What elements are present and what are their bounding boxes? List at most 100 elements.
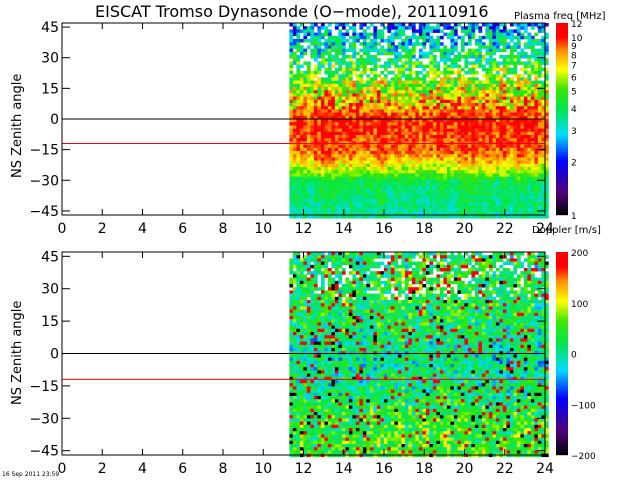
heatmap-cell bbox=[369, 192, 374, 197]
heatmap-cell bbox=[331, 109, 336, 113]
heatmap-cell bbox=[460, 87, 465, 91]
heatmap-cell bbox=[289, 179, 294, 184]
heatmap-cell bbox=[495, 90, 500, 94]
heatmap-cell bbox=[327, 35, 332, 40]
heatmap-cell bbox=[348, 26, 353, 30]
heatmap-cell bbox=[422, 144, 427, 149]
heatmap-cell bbox=[380, 93, 385, 97]
heatmap-cell bbox=[327, 167, 332, 171]
heatmap-cell bbox=[513, 125, 518, 129]
heatmap-cell bbox=[352, 61, 357, 65]
heatmap-cell bbox=[366, 202, 371, 206]
heatmap-cell bbox=[310, 199, 315, 203]
heatmap-cell bbox=[317, 402, 322, 406]
heatmap-cell bbox=[369, 170, 374, 174]
heatmap-cell bbox=[390, 144, 395, 149]
heatmap-cell bbox=[401, 186, 406, 190]
heatmap-cell bbox=[289, 421, 294, 426]
heatmap-cell bbox=[380, 151, 385, 155]
heatmap-cell bbox=[390, 106, 395, 110]
heatmap-cell bbox=[306, 424, 311, 429]
heatmap-cell bbox=[306, 396, 311, 400]
heatmap-cell bbox=[415, 83, 420, 88]
heatmap-cell bbox=[471, 160, 476, 165]
heatmap-cell bbox=[317, 109, 322, 113]
heatmap-cell bbox=[464, 103, 469, 107]
heatmap-cell bbox=[352, 157, 357, 161]
heatmap-cell bbox=[341, 202, 346, 206]
heatmap-cell bbox=[313, 399, 318, 403]
heatmap-cell bbox=[331, 192, 336, 197]
heatmap-cell bbox=[362, 48, 367, 53]
heatmap-cell bbox=[467, 131, 472, 136]
heatmap-cell bbox=[478, 109, 483, 113]
heatmap-cell bbox=[502, 45, 507, 49]
heatmap-cell bbox=[303, 144, 308, 149]
heatmap-cell bbox=[530, 173, 535, 177]
heatmap-cell bbox=[289, 32, 294, 37]
heatmap-cell bbox=[516, 35, 521, 40]
heatmap-cell bbox=[299, 112, 304, 117]
heatmap-cell bbox=[289, 160, 294, 165]
heatmap-cell bbox=[289, 258, 294, 262]
heatmap-cell bbox=[310, 383, 315, 387]
heatmap-cell bbox=[331, 99, 336, 104]
heatmap-cell bbox=[411, 83, 416, 88]
heatmap-cell bbox=[446, 35, 451, 40]
heatmap-cell bbox=[296, 383, 301, 387]
heatmap-cell bbox=[443, 179, 448, 184]
heatmap-cell bbox=[523, 93, 528, 97]
heatmap-cell bbox=[345, 80, 350, 85]
heatmap-cell bbox=[289, 42, 294, 46]
heatmap-cell bbox=[432, 154, 437, 158]
heatmap-cell bbox=[492, 170, 497, 174]
heatmap-cell bbox=[492, 128, 497, 133]
heatmap-cell bbox=[436, 39, 441, 43]
heatmap-cell bbox=[534, 183, 539, 187]
heatmap-cell bbox=[369, 138, 374, 142]
heatmap-cell bbox=[467, 99, 472, 104]
heatmap-cell bbox=[467, 55, 472, 59]
heatmap-cell bbox=[390, 202, 395, 206]
heatmap-cell bbox=[296, 39, 301, 43]
heatmap-cell bbox=[460, 215, 465, 219]
heatmap-cell bbox=[317, 351, 322, 355]
heatmap-cell bbox=[317, 173, 322, 177]
heatmap-cell bbox=[401, 32, 406, 37]
heatmap-cell bbox=[460, 167, 465, 171]
heatmap-cell bbox=[296, 32, 301, 37]
heatmap-cell bbox=[502, 199, 507, 203]
heatmap-cell bbox=[320, 23, 325, 27]
heatmap-cell bbox=[534, 90, 539, 94]
heatmap-cell bbox=[355, 186, 360, 190]
heatmap-cell bbox=[467, 42, 472, 46]
heatmap-cell bbox=[506, 90, 511, 94]
heatmap-cell bbox=[306, 208, 311, 213]
heatmap-cell bbox=[411, 119, 416, 123]
heatmap-cell bbox=[292, 428, 297, 432]
heatmap-cell bbox=[492, 39, 497, 43]
heatmap-cell bbox=[495, 173, 500, 177]
heatmap-cell bbox=[408, 58, 413, 62]
heatmap-cell bbox=[450, 125, 455, 129]
heatmap-cell bbox=[439, 23, 444, 27]
heatmap-cell bbox=[404, 192, 409, 197]
heatmap-cell bbox=[373, 192, 378, 197]
heatmap-cell bbox=[317, 344, 322, 349]
heatmap-cell bbox=[387, 179, 392, 184]
heatmap-cell bbox=[362, 42, 367, 46]
heatmap-cell bbox=[492, 157, 497, 161]
heatmap-cell bbox=[313, 428, 318, 432]
heatmap-cell bbox=[471, 192, 476, 197]
heatmap-cell bbox=[338, 147, 343, 152]
heatmap-cell bbox=[380, 131, 385, 136]
heatmap-cell bbox=[383, 173, 388, 177]
heatmap-cell bbox=[523, 215, 528, 219]
heatmap-cell bbox=[404, 157, 409, 161]
heatmap-cell bbox=[341, 80, 346, 85]
heatmap-cell bbox=[530, 109, 535, 113]
heatmap-cell bbox=[331, 163, 336, 168]
heatmap-cell bbox=[460, 45, 465, 49]
heatmap-cell bbox=[436, 74, 441, 78]
heatmap-cell bbox=[527, 103, 532, 107]
